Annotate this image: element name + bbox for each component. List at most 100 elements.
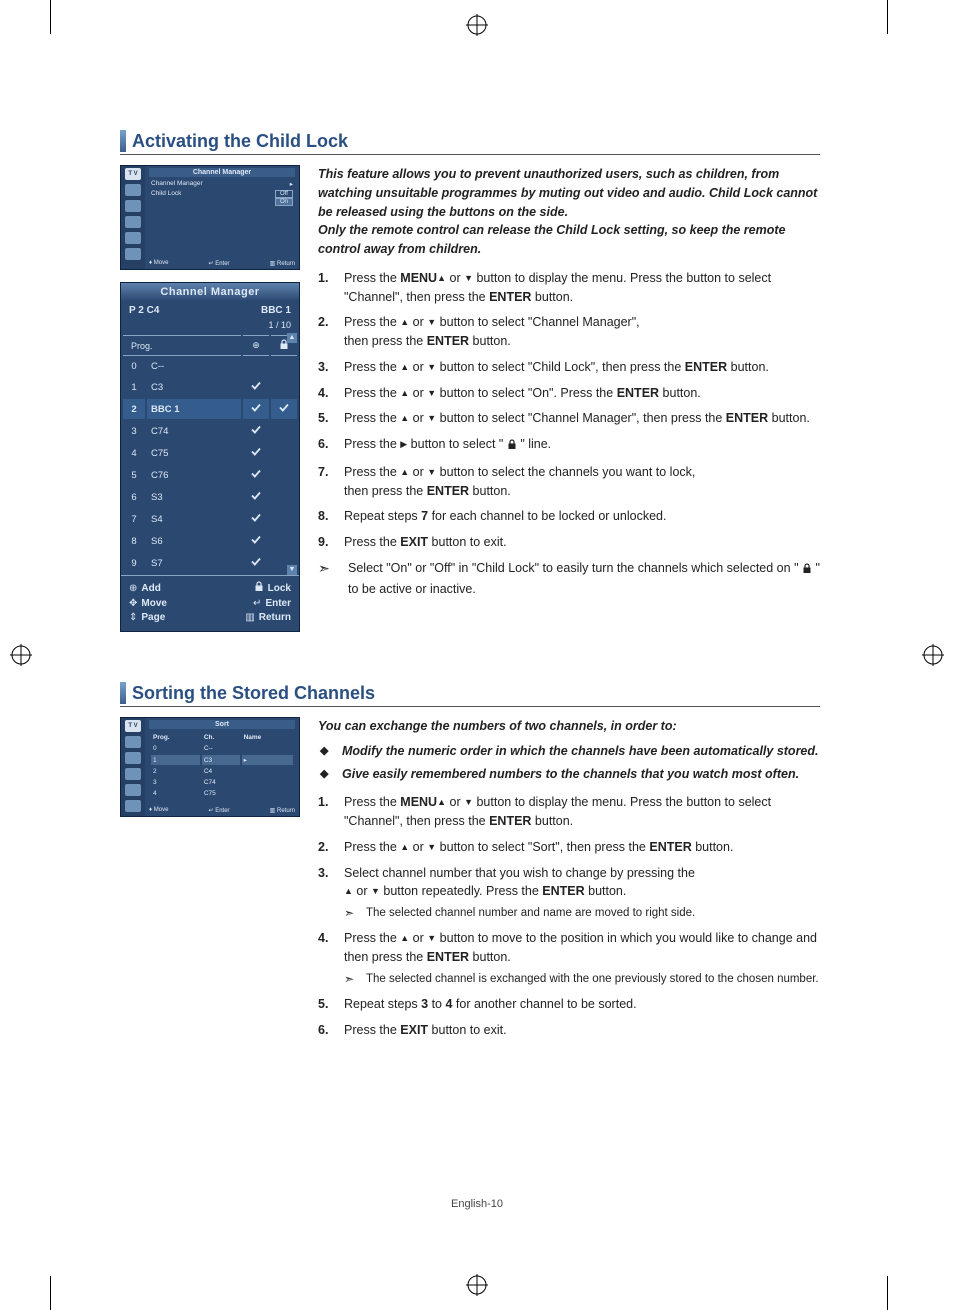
table-row: 2BBC 1 <box>123 399 297 419</box>
step-item: 3.Press the ▲ or ▼ button to select "Chi… <box>318 358 820 377</box>
registration-mark-icon <box>922 644 944 666</box>
lock-icon <box>507 437 517 456</box>
bullet-item: Modify the numeric order in which the ch… <box>342 742 820 761</box>
section-rule <box>120 154 820 155</box>
step-list: 1.Press the MENU▲ or ▼ button to display… <box>318 269 820 552</box>
col-prog: Prog. <box>151 733 200 742</box>
step-item: 5.Press the ▲ or ▼ button to select "Cha… <box>318 409 820 428</box>
tv-tab-icon: T V <box>125 720 141 732</box>
check-icon <box>250 534 262 545</box>
scroll-down-icon: ▼ <box>287 565 297 575</box>
col-name: Name <box>242 733 293 742</box>
cm-count: 1 / 10 <box>121 320 299 333</box>
section-intro: This feature allows you to prevent unaut… <box>318 165 820 259</box>
check-icon <box>250 424 262 435</box>
check-icon <box>278 402 290 413</box>
check-icon <box>250 556 262 567</box>
hint-add: ⊕ Add <box>129 581 161 595</box>
osd-row-label: Channel Manager <box>151 180 203 188</box>
check-icon <box>250 468 262 479</box>
section-accent-bar <box>120 682 126 704</box>
up-arrow-icon: ▲ <box>400 466 409 480</box>
table-row: 7S4 <box>123 509 297 529</box>
down-arrow-icon: ▼ <box>464 272 473 286</box>
table-row: 3C74 <box>151 778 293 787</box>
down-arrow-icon: ▼ <box>427 466 436 480</box>
hint-return: ▥ Return <box>245 612 291 623</box>
step-item: 9.Press the EXIT button to exit. <box>318 533 820 552</box>
note-arrow-icon: ➣ <box>318 559 338 599</box>
osd-row-label: Child Lock <box>151 190 181 206</box>
table-row: 0C-- <box>123 358 297 375</box>
up-arrow-icon: ▲ <box>437 796 446 810</box>
right-arrow-icon: ▶ <box>400 438 407 452</box>
crop-mark <box>887 0 888 34</box>
crop-mark <box>50 0 51 34</box>
up-arrow-icon: ▲ <box>400 316 409 330</box>
hint-enter: ↵ Enter <box>253 598 291 609</box>
up-arrow-icon: ▲ <box>437 272 446 286</box>
col-add-icon: ⊕ <box>243 335 269 356</box>
registration-mark-icon <box>466 1274 488 1296</box>
osd-header: Channel Manager <box>149 168 295 177</box>
osd-icon <box>125 200 141 212</box>
col-prog: Prog. <box>123 335 241 356</box>
step-item: 4.Press the ▲ or ▼ button to select "On"… <box>318 384 820 403</box>
table-row: 1C3 <box>123 377 297 397</box>
down-arrow-icon: ▼ <box>427 361 436 375</box>
check-icon <box>250 446 262 457</box>
table-row: 3C74 <box>123 421 297 441</box>
page-footer: English-10 <box>0 1198 954 1210</box>
check-icon <box>250 490 262 501</box>
step-item: 2.Press the ▲ or ▼ button to select "Cha… <box>318 313 820 351</box>
table-row: 6S3 <box>123 487 297 507</box>
section-title: Sorting the Stored Channels <box>132 683 375 704</box>
osd-icon <box>125 216 141 228</box>
step-item: 3.Select channel number that you wish to… <box>318 864 820 923</box>
cm-current-name: BBC 1 <box>261 305 291 316</box>
osd-icon <box>125 752 141 764</box>
osd-icon <box>125 232 141 244</box>
osd-channel-manager-grid: Channel Manager P 2 C4 BBC 1 1 / 10 ▲ ▼ … <box>120 282 300 632</box>
table-row: 4C75 <box>151 789 293 798</box>
step-item: 2.Press the ▲ or ▼ button to select "Sor… <box>318 838 820 857</box>
col-ch: Ch. <box>202 733 240 742</box>
crop-mark <box>50 1276 51 1310</box>
cm-header: Channel Manager <box>121 283 299 301</box>
down-arrow-icon: ▼ <box>427 412 436 426</box>
step-item: 6.Press the EXIT button to exit. <box>318 1021 820 1040</box>
hint-return: ▥ Return <box>270 807 295 814</box>
footnote: ➣ Select "On" or "Off" in "Child Lock" t… <box>318 559 820 599</box>
down-arrow-icon: ▼ <box>427 841 436 855</box>
table-row: 0C-- <box>151 744 293 753</box>
step-list: 1.Press the MENU▲ or ▼ button to display… <box>318 793 820 1039</box>
hint-move: ✥ Move <box>129 598 167 609</box>
check-icon <box>250 380 262 391</box>
cm-current-prog: P 2 C4 <box>129 305 159 316</box>
step-item: 8.Repeat steps 7 for each channel to be … <box>318 507 820 526</box>
note-arrow-icon: ➣ <box>344 971 360 988</box>
osd-icon <box>125 768 141 780</box>
up-arrow-icon: ▲ <box>400 387 409 401</box>
section-intro: You can exchange the numbers of two chan… <box>318 717 820 736</box>
scroll-up-icon: ▲ <box>287 333 297 343</box>
up-arrow-icon: ▲ <box>400 361 409 375</box>
check-icon <box>250 402 262 413</box>
table-row: 8S6 <box>123 531 297 551</box>
down-arrow-icon: ▼ <box>427 316 436 330</box>
table-row: 9S7 <box>123 553 297 573</box>
osd-icon <box>125 800 141 812</box>
crop-mark <box>887 1276 888 1310</box>
table-row: 1C3▸ <box>151 755 293 765</box>
section-accent-bar <box>120 130 126 152</box>
up-arrow-icon: ▲ <box>400 841 409 855</box>
osd-header: Sort <box>149 720 295 729</box>
up-arrow-icon: ▲ <box>400 932 409 946</box>
registration-mark-icon <box>10 644 32 666</box>
section-title: Activating the Child Lock <box>132 131 348 152</box>
option-on: On <box>275 198 293 206</box>
up-arrow-icon: ▲ <box>400 412 409 426</box>
table-row: 5C76 <box>123 465 297 485</box>
chevron-right-icon: ▸ <box>290 180 293 188</box>
registration-mark-icon <box>466 14 488 36</box>
